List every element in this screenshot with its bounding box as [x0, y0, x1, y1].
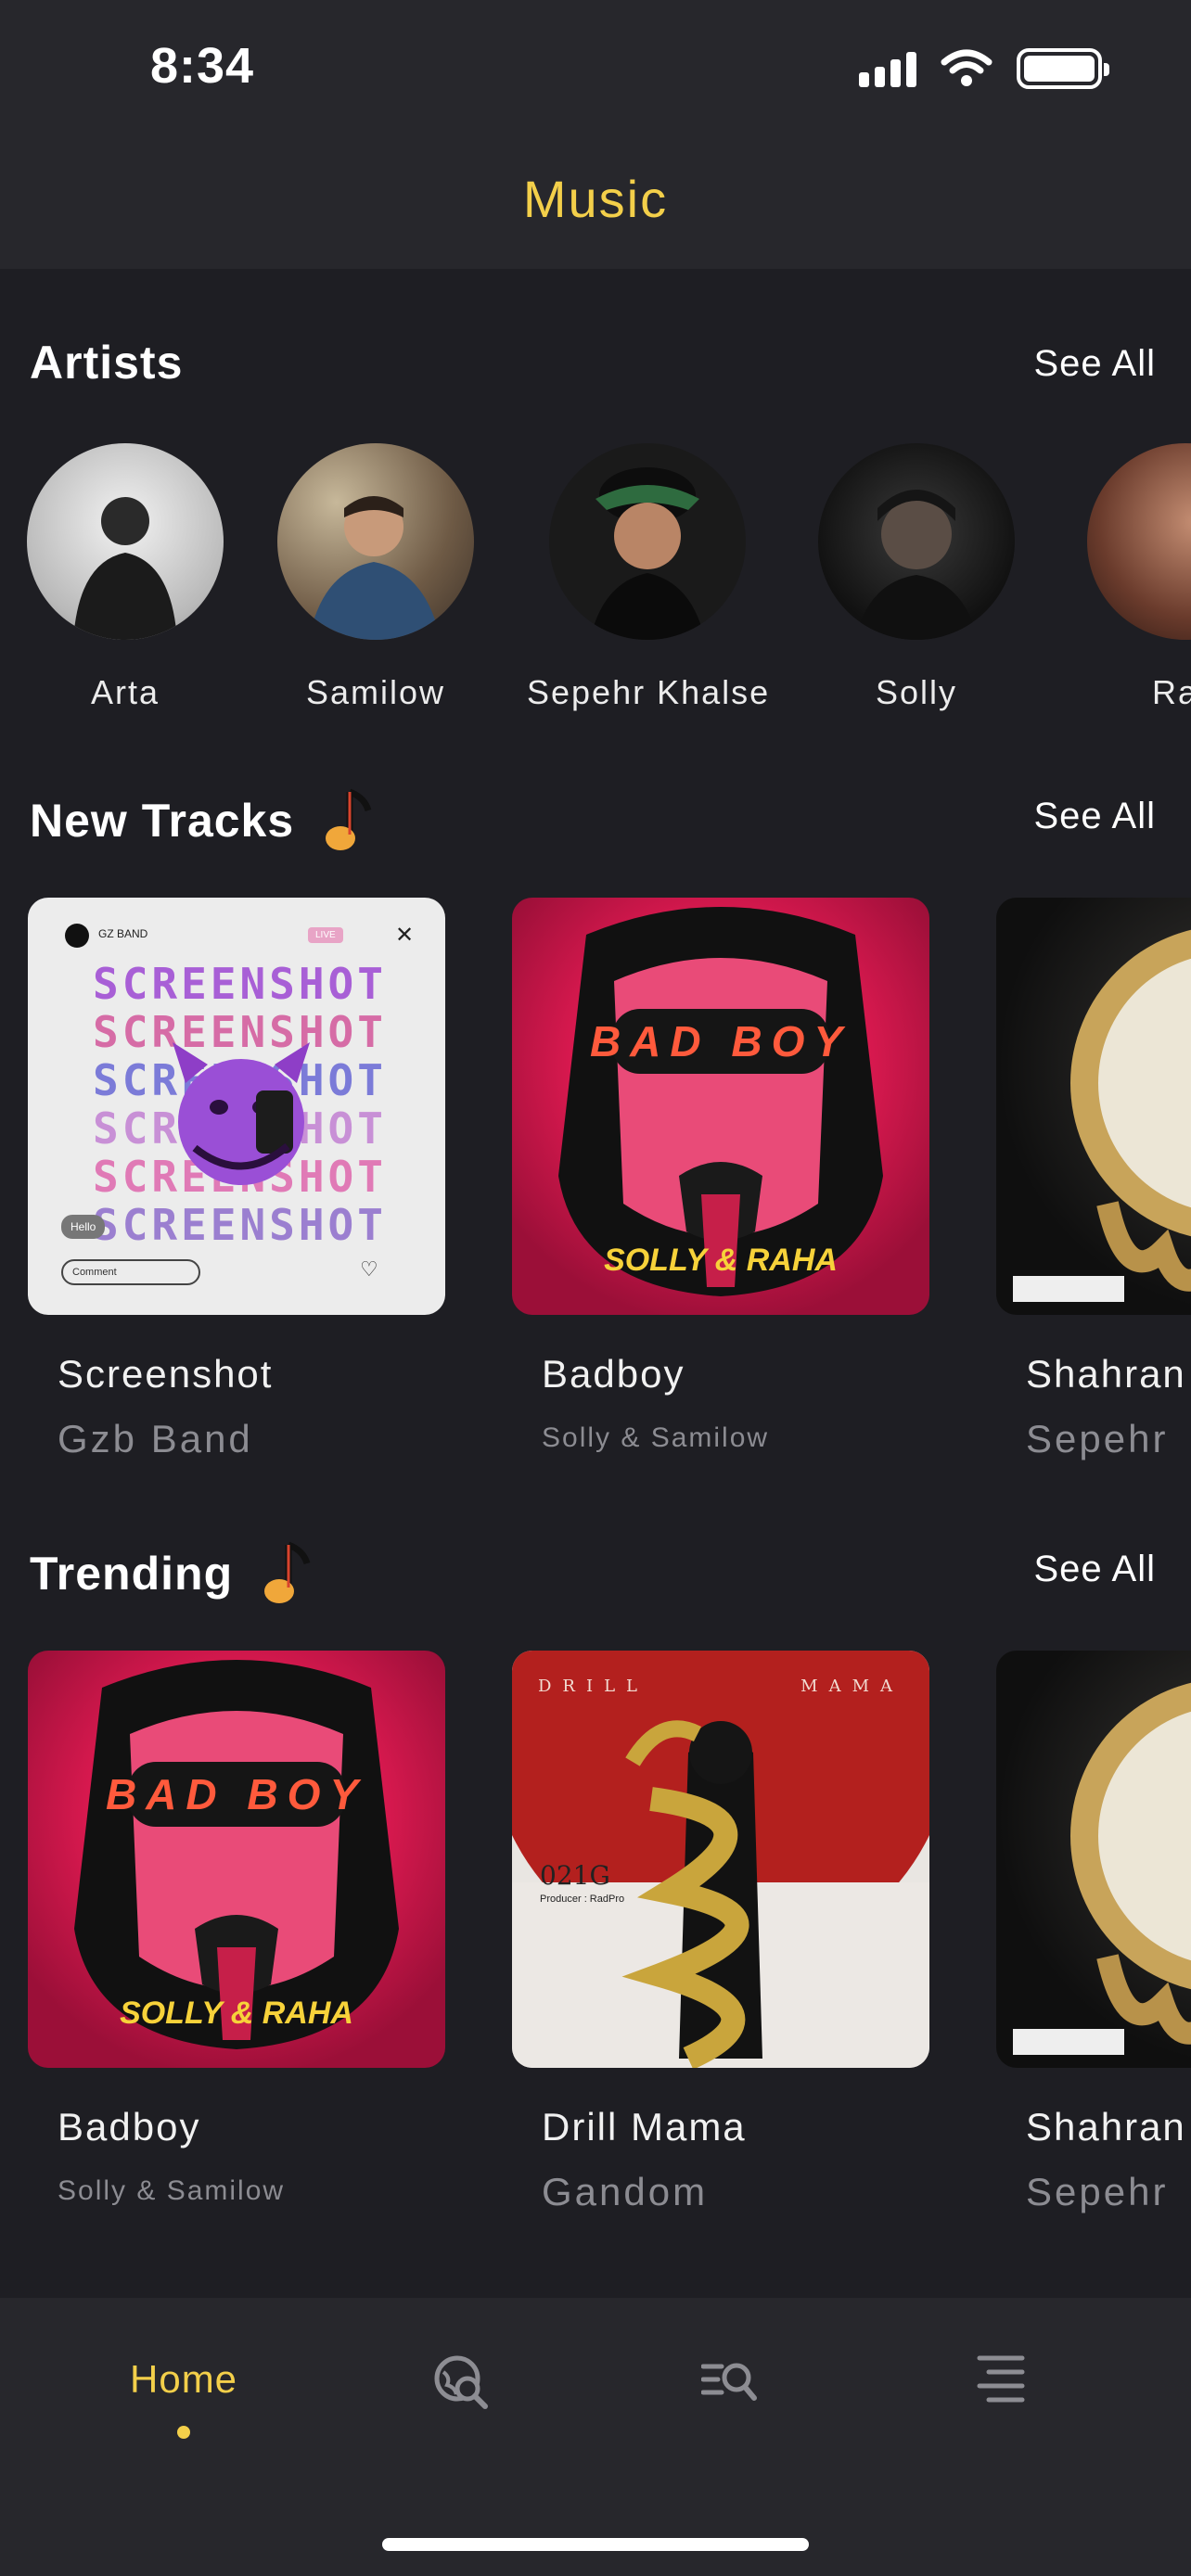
menu-icon — [977, 2355, 1025, 2403]
close-icon: ✕ — [395, 923, 415, 948]
artist-item-solly[interactable]: Solly — [796, 443, 1037, 712]
cellular-signal-icon — [859, 50, 916, 87]
cover-comment-box: Comment — [61, 1259, 200, 1285]
new-tracks-heading: New Tracks — [30, 788, 374, 853]
track-title: Badboy — [58, 2105, 201, 2149]
cover-title: BAD BOY — [105, 1770, 368, 1818]
cover-word-left: DRILL — [538, 1677, 649, 1696]
cover-label: 021G — [540, 1860, 610, 1891]
battery-icon — [1017, 48, 1109, 89]
tab-bar: Home — [0, 2298, 1191, 2576]
artists-carousel[interactable]: Arta Samilow Sepehr Khalse Solly Rah — [0, 443, 1191, 721]
cover-hello-bubble: Hello — [61, 1215, 106, 1239]
track-card-screenshot[interactable]: GZ BAND LIVE ✕ SCREENSHOT SCREENSHOT SCR… — [28, 898, 445, 1461]
track-artist: Solly & Samilow — [542, 1422, 770, 1453]
music-note-icon — [326, 788, 372, 850]
cover-art: BAD BOY SOLLY & RAHA — [28, 1651, 445, 2068]
tab-explore[interactable] — [432, 2353, 490, 2411]
track-card-badboy[interactable]: BAD BOY SOLLY & RAHA Badboy Solly & Sami… — [512, 898, 929, 1454]
avatar — [27, 443, 224, 640]
cover-art — [996, 898, 1191, 1315]
track-artist: Sepehr — [1026, 1417, 1169, 1460]
track-title: Shahran — [1026, 2105, 1186, 2149]
artist-name: Solly — [875, 673, 958, 711]
cover-art: BAD BOY SOLLY & RAHA — [512, 898, 929, 1315]
track-title: Shahran — [1026, 1352, 1186, 1396]
track-title: Drill Mama — [542, 2105, 747, 2149]
track-card-badboy[interactable]: BAD BOY SOLLY & RAHA Badboy Solly & Sami… — [28, 1651, 445, 2207]
cover-art: GZ BAND LIVE ✕ SCREENSHOT SCREENSHOT SCR… — [28, 898, 445, 1315]
page-title: Music — [522, 170, 669, 228]
artist-item-rah[interactable]: Rah — [1065, 443, 1191, 712]
search-list-icon — [701, 2363, 757, 2401]
avatar — [818, 443, 1015, 640]
home-indicator[interactable] — [382, 2538, 809, 2551]
track-artist: Gandom — [542, 2170, 709, 2213]
cover-subtitle: SOLLY & RAHA — [120, 1996, 353, 2031]
tab-menu[interactable] — [976, 2353, 1026, 2405]
top-bar: 8:34 Music — [0, 0, 1191, 269]
clock-illustration-icon — [1013, 1682, 1191, 2055]
status-time: 8:34 — [150, 38, 255, 94]
cover-art: DRILL MAMA 021G Producer : RadPro — [512, 1651, 929, 2068]
devil-emoji-icon — [173, 1042, 310, 1185]
music-note-icon — [264, 1541, 311, 1603]
new-tracks-see-all-button[interactable]: See All — [1033, 796, 1156, 837]
cover-art — [996, 1651, 1191, 2068]
tab-home[interactable]: Home — [130, 2357, 237, 2439]
cover-live-badge: LIVE — [308, 927, 343, 943]
cover-word: SCREENSHOT — [93, 1200, 387, 1250]
wifi-icon — [941, 49, 992, 86]
track-card-shahran[interactable]: Shahran Sepehr — [996, 898, 1191, 1461]
track-title: Badboy — [542, 1352, 685, 1396]
cover-title: BAD BOY — [589, 1017, 852, 1065]
artist-name: Sepehr Khalse — [527, 673, 771, 711]
track-artist: Sepehr — [1026, 2170, 1169, 2213]
artist-name: Arta — [90, 673, 160, 711]
artist-item-samilow[interactable]: Samilow — [255, 443, 496, 712]
tab-home-label: Home — [130, 2357, 238, 2401]
artist-item-arta[interactable]: Arta — [5, 443, 246, 712]
artists-heading: Artists — [30, 337, 184, 389]
trending-carousel[interactable]: BAD BOY SOLLY & RAHA Badboy Solly & Sami… — [0, 1651, 1191, 2225]
avatar — [1087, 443, 1191, 640]
band-logo-icon — [65, 924, 89, 948]
cover-word: SCREENSHOT — [93, 959, 387, 1009]
trending-see-all-button[interactable]: See All — [1033, 1549, 1156, 1590]
track-title: Screenshot — [58, 1352, 274, 1396]
track-artist: Solly & Samilow — [58, 2175, 286, 2206]
track-card-shahran[interactable]: Shahran Sepehr — [996, 1651, 1191, 2214]
artist-name: Samilow — [305, 673, 446, 711]
new-tracks-carousel[interactable]: GZ BAND LIVE ✕ SCREENSHOT SCREENSHOT SCR… — [0, 898, 1191, 1473]
cover-subtitle: SOLLY & RAHA — [604, 1243, 838, 1278]
cover-word-right: MAMA — [800, 1677, 903, 1696]
active-tab-indicator — [177, 2426, 191, 2439]
tab-search[interactable] — [701, 2359, 757, 2405]
status-icons — [859, 48, 1109, 89]
music-screen: 8:34 Music Artists See All Arta Samilow … — [0, 0, 1191, 2576]
cover-band-label: GZ BAND — [98, 927, 148, 940]
track-artist: Gzb Band — [58, 1417, 253, 1460]
trending-title: Trending — [30, 1548, 234, 1600]
artist-name: Rah — [1151, 673, 1191, 711]
artists-see-all-button[interactable]: See All — [1033, 343, 1156, 385]
new-tracks-title: New Tracks — [30, 795, 295, 847]
cover-producer: Producer : RadPro — [540, 1894, 625, 1905]
avatar — [277, 443, 474, 640]
avatar — [549, 443, 746, 640]
drill-illustration-icon — [512, 1651, 929, 2068]
trending-heading: Trending — [30, 1541, 313, 1606]
clock-illustration-icon — [1013, 929, 1191, 1302]
artist-item-sepehr-khalse[interactable]: Sepehr Khalse — [527, 443, 768, 712]
heart-icon: ♡ — [360, 1257, 378, 1281]
explore-icon — [434, 2355, 488, 2409]
track-card-drill-mama[interactable]: DRILL MAMA 021G Producer : RadPro Drill … — [512, 1651, 929, 2214]
